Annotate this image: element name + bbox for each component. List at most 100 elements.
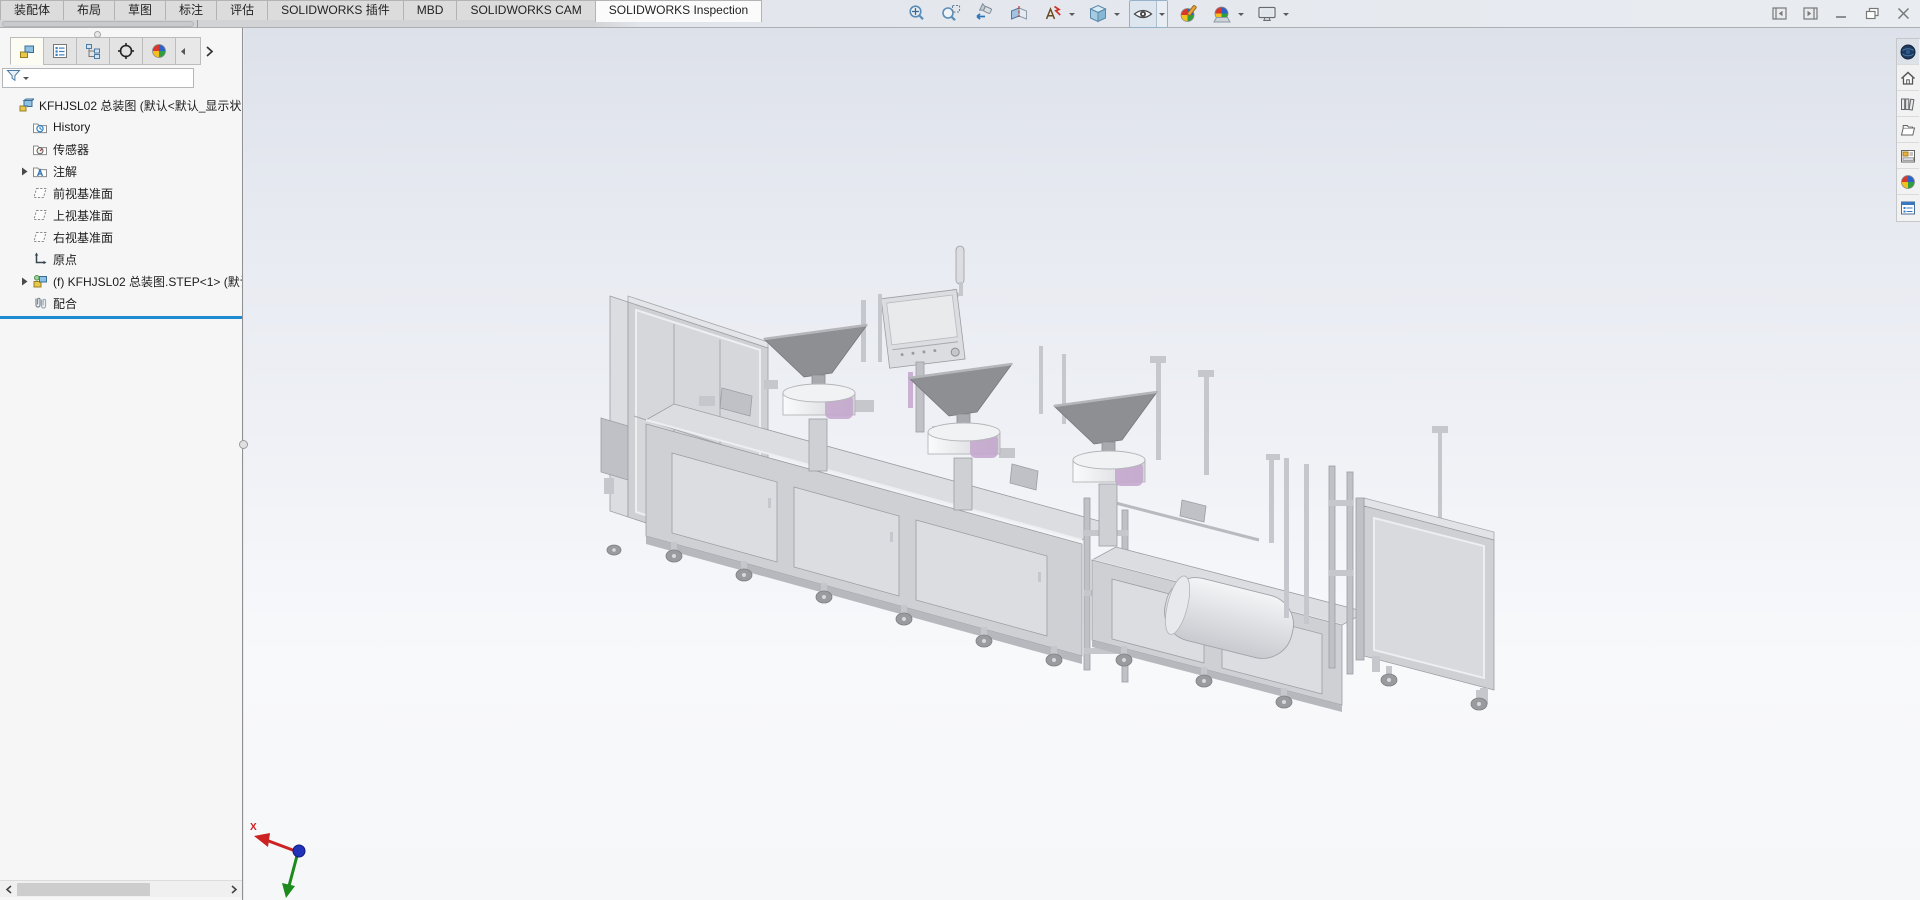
filter-dropdown-caret[interactable]	[23, 77, 29, 83]
task-pane-tab-design-library[interactable]	[1897, 91, 1919, 117]
main-bench-left[interactable]	[646, 404, 1110, 664]
task-pane-tab-appearances-scenes[interactable]	[1897, 169, 1919, 195]
close-button[interactable]	[1892, 4, 1914, 22]
scrollbar-thumb[interactable]	[17, 883, 150, 896]
component-icon	[31, 273, 49, 289]
restore-button[interactable]	[1861, 4, 1883, 22]
right-cabinet[interactable]	[1356, 498, 1494, 704]
viewport-splitter-handle[interactable]	[239, 440, 248, 449]
assembly-model[interactable]	[244, 28, 1920, 900]
task-pane-tab-view-palette[interactable]	[1897, 143, 1919, 169]
dynamic-annotation-views-button[interactable]	[1040, 1, 1066, 27]
expand-arrow-icon[interactable]	[18, 277, 31, 286]
minimize-button[interactable]	[1830, 4, 1852, 22]
control-panel-pole[interactable]	[916, 362, 924, 432]
panel-horizontal-scrollbar[interactable]	[0, 880, 242, 897]
ribbon-tab-0[interactable]: 装配体	[0, 0, 64, 20]
tree-item-label: History	[53, 120, 90, 134]
view-orientation-icon	[1087, 3, 1109, 25]
panel-tabs-scroll-left-button[interactable]	[175, 37, 201, 65]
panel-splitter-handle[interactable]	[94, 31, 101, 38]
tree-item-mates[interactable]: 配合	[0, 292, 242, 314]
apply-scene-group	[1208, 0, 1247, 28]
plane-icon	[31, 207, 49, 223]
dynamic-annotation-views-group	[1039, 0, 1078, 28]
orientation-triad: X Y	[248, 816, 338, 900]
tree-item-history[interactable]: History	[0, 116, 242, 138]
heads-up-view-toolbar	[903, 1, 1298, 27]
panel-tab-property-manager[interactable]	[43, 37, 77, 65]
view-orientation-button[interactable]	[1085, 1, 1111, 27]
apply-scene-button[interactable]	[1209, 1, 1235, 27]
commandmanager-scroll-strip[interactable]	[2, 21, 194, 27]
apply-scene-dropdown-caret[interactable]	[1235, 1, 1246, 27]
panel-tab-dimxpert-manager[interactable]	[109, 37, 143, 65]
task-pane-strip	[1896, 38, 1920, 222]
task-pane-tab-solidworks-forum[interactable]	[1897, 39, 1919, 65]
collapse-pane-right-button[interactable]	[1799, 4, 1821, 22]
zoom-to-area-group	[937, 0, 965, 28]
task-pane-tab-custom-properties[interactable]	[1897, 195, 1919, 221]
panel-tabs-scroll-right-button[interactable]	[200, 37, 218, 65]
ribbon-tab-1[interactable]: 布局	[63, 0, 115, 20]
task-pane-tab-file-explorer[interactable]	[1897, 117, 1919, 143]
view-orientation-group	[1084, 0, 1123, 28]
mates-icon	[31, 295, 49, 311]
view-settings-dropdown-caret[interactable]	[1280, 1, 1291, 27]
expand-arrow-icon[interactable]	[18, 167, 31, 176]
zoom-to-area-button[interactable]	[938, 1, 964, 27]
apply-scene-icon	[1211, 3, 1233, 25]
tree-filter-input[interactable]	[31, 70, 193, 86]
scroll-left-arrow-icon[interactable]	[0, 881, 17, 898]
ribbon-tab-3[interactable]: 标注	[165, 0, 217, 20]
tree-item-annotations[interactable]: 注解	[0, 160, 242, 182]
tree-item-label: 配合	[53, 295, 77, 312]
panel-tab-configuration-manager[interactable]	[76, 37, 110, 65]
tree-item-top-plane[interactable]: 上视基准面	[0, 204, 242, 226]
previous-view-button[interactable]	[972, 1, 998, 27]
tree-item-assembly-root[interactable]: KFHJSL02 总装图 (默认<默认_显示状态	[0, 94, 242, 116]
svg-text:X: X	[250, 822, 257, 833]
ribbon-tab-6[interactable]: MBD	[403, 0, 458, 20]
ribbon-tab-8[interactable]: SOLIDWORKS Inspection	[595, 0, 762, 22]
hide-show-items-group	[1129, 0, 1168, 28]
ribbon-tab-7[interactable]: SOLIDWORKS CAM	[456, 0, 595, 20]
view-settings-button[interactable]	[1254, 1, 1280, 27]
previous-view-icon	[974, 3, 996, 25]
tree-item-sensors[interactable]: 传感器	[0, 138, 242, 160]
tree-item-right-plane[interactable]: 右视基准面	[0, 226, 242, 248]
tree-item-component-1[interactable]: (f) KFHJSL02 总装图.STEP<1> (默认	[0, 270, 242, 292]
edit-appearance-button[interactable]	[1175, 1, 1201, 27]
zoom-to-fit-group	[903, 0, 931, 28]
graphics-viewport[interactable]: X Y	[244, 28, 1920, 900]
filter-funnel-icon[interactable]	[6, 68, 21, 88]
history-folder-icon	[31, 119, 49, 135]
zoom-to-area-icon	[940, 3, 962, 25]
ribbon-tab-2[interactable]: 草图	[114, 0, 166, 20]
view-settings-icon	[1256, 3, 1278, 25]
ribbon-tab-4[interactable]: 评估	[216, 0, 268, 20]
feature-tree: KFHJSL02 总装图 (默认<默认_显示状态 History 传感器注解前视基准…	[0, 94, 242, 319]
control-panel-box[interactable]	[881, 290, 965, 369]
task-pane-tab-solidworks-resources[interactable]	[1897, 65, 1919, 91]
scroll-right-arrow-icon[interactable]	[225, 881, 242, 898]
ribbon-tab-5[interactable]: SOLIDWORKS 插件	[267, 0, 404, 20]
section-view-button[interactable]	[1006, 1, 1032, 27]
panel-tab-featuremanager-tree[interactable]	[10, 37, 44, 65]
edit-appearance-icon	[1177, 3, 1199, 25]
collapse-pane-left-button[interactable]	[1768, 4, 1790, 22]
zoom-to-fit-button[interactable]	[904, 1, 930, 27]
plane-icon	[31, 185, 49, 201]
tree-item-label: 传感器	[53, 141, 89, 158]
dynamic-annotation-views-dropdown-caret[interactable]	[1066, 1, 1077, 27]
panel-tab-display-manager[interactable]	[142, 37, 176, 65]
view-orientation-dropdown-caret[interactable]	[1111, 1, 1122, 27]
tree-item-front-plane[interactable]: 前视基准面	[0, 182, 242, 204]
origin-icon	[31, 251, 49, 267]
tree-item-label: KFHJSL02 总装图 (默认<默认_显示状态	[39, 97, 242, 114]
tree-item-origin[interactable]: 原点	[0, 248, 242, 270]
hide-show-items-button[interactable]	[1130, 1, 1156, 27]
hide-show-items-dropdown-caret[interactable]	[1156, 1, 1167, 27]
rollback-bar[interactable]	[0, 316, 242, 319]
featuremanager-tab-strip	[10, 37, 218, 65]
